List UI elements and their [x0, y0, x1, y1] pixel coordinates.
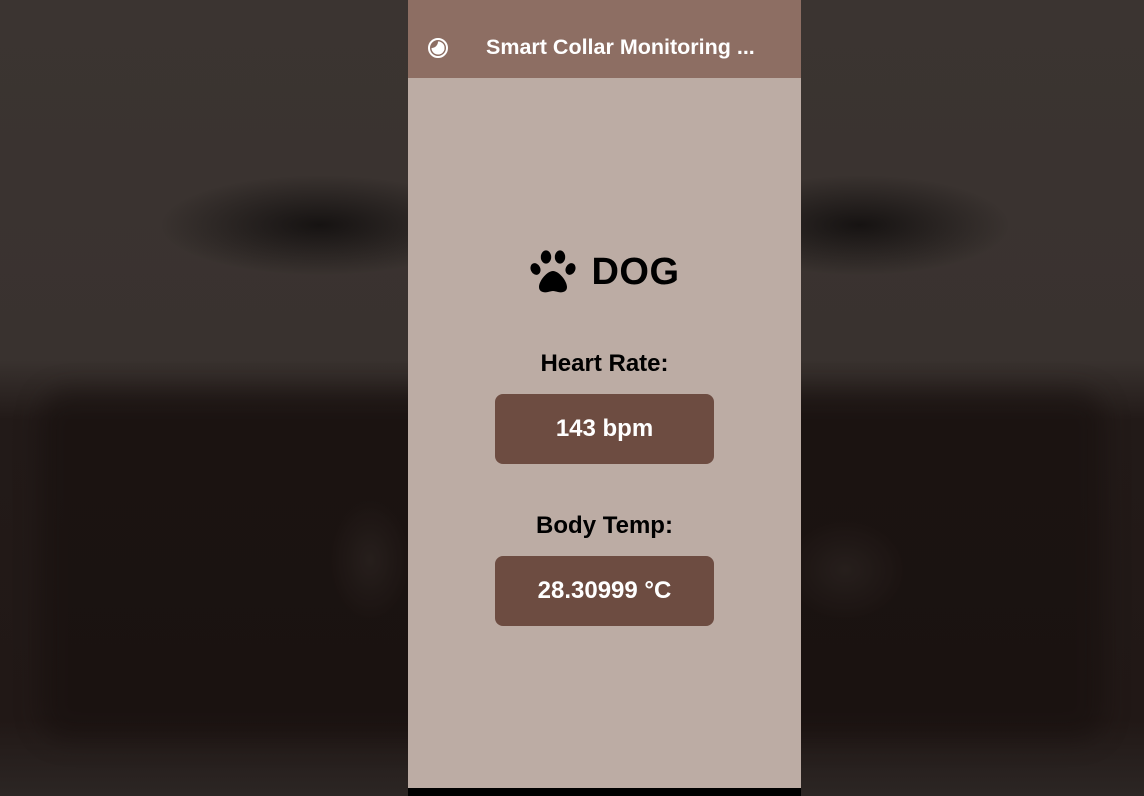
heart-rate-value-box: 143 bpm	[495, 394, 714, 464]
body-temp-value-box: 28.30999 °C	[495, 556, 714, 626]
app-title: Smart Collar Monitoring ...	[486, 35, 755, 59]
app-screen: Smart Collar Monitoring ... DOG Heart Ra…	[408, 0, 801, 796]
system-navigation-bar	[408, 788, 801, 796]
body-temp-value: 28.30999 °C	[537, 577, 672, 604]
animal-type: DOG	[591, 251, 680, 293]
heart-rate-label: Heart Rate:	[540, 350, 669, 377]
animal-header: DOG	[408, 247, 801, 297]
theme-toggle-button[interactable]	[427, 37, 449, 59]
main-content: DOG Heart Rate: 143 bpm Body Temp: 28.30…	[408, 78, 801, 788]
half-moon-contrast-icon	[428, 38, 448, 58]
heart-rate-value: 143 bpm	[555, 415, 654, 442]
body-temp-label: Body Temp:	[536, 512, 673, 539]
app-bar: Smart Collar Monitoring ...	[408, 0, 801, 78]
paw-icon	[530, 250, 577, 293]
